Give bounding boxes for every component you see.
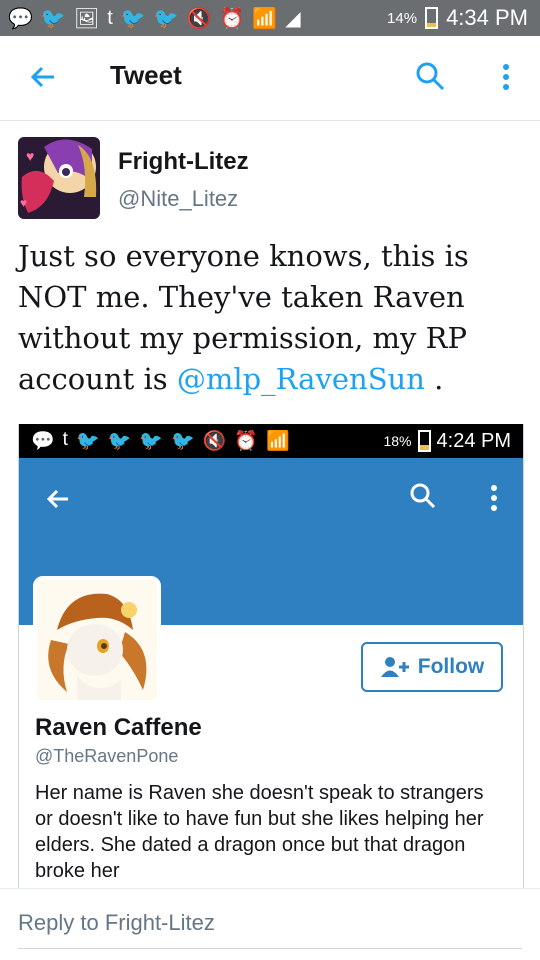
- twitter-icon: 🐦: [107, 431, 132, 452]
- profile-bio: Her name is Raven she doesn't speak to s…: [35, 782, 484, 882]
- twitter-icon: 🐦: [120, 7, 146, 30]
- search-icon: [410, 483, 436, 509]
- embedded-battery-percent: 18%: [383, 433, 412, 449]
- author-handle[interactable]: @Nite_Litez: [118, 186, 238, 212]
- embedded-clock: 4:24 PM: [436, 429, 511, 452]
- profile-handle: @TheRavenPone: [35, 746, 179, 766]
- tweet-text: Just so everyone knows, this is NOT me. …: [18, 236, 518, 400]
- add-user-icon: [380, 657, 409, 677]
- author-avatar[interactable]: ♥ ♥: [18, 137, 100, 219]
- image-icon: 🖼: [73, 7, 100, 30]
- more-options-icon[interactable]: [500, 62, 512, 94]
- embedded-status-right: 18% 4:24 PM: [383, 430, 511, 453]
- profile-name: Raven Caffene: [35, 714, 202, 741]
- twitter-icon: 🐦: [170, 431, 195, 452]
- back-arrow-icon: [46, 489, 68, 509]
- alarm-icon: ⏰: [234, 431, 258, 452]
- back-arrow-icon[interactable]: [28, 62, 58, 92]
- embedded-notification-icons: 💬 t 🐦 🐦 🐦 🐦 🔇 ⏰ 📶: [19, 429, 290, 453]
- wifi-icon: 📶: [265, 431, 290, 452]
- clock: 4:34 PM: [446, 5, 528, 30]
- chat-icon: 💬: [8, 7, 33, 30]
- status-bar: 💬 🐦 🖼 t 🐦 🐦 🔇 ⏰ 📶 ◢ 14% 4:34 PM: [0, 0, 540, 36]
- tumblr-icon: t: [62, 429, 68, 450]
- divider: [0, 888, 540, 889]
- page-title: Tweet: [110, 60, 182, 90]
- tumblr-icon: t: [107, 6, 113, 29]
- signal-icon: ◢: [285, 7, 301, 30]
- alarm-icon: ⏰: [219, 7, 245, 30]
- reply-input[interactable]: Reply to Fright-Litez: [18, 910, 215, 936]
- author-name[interactable]: Fright-Litez: [118, 148, 249, 176]
- search-icon[interactable]: [414, 60, 446, 92]
- mention-link[interactable]: @mlp_RavenSun: [177, 362, 425, 396]
- reply-underline: [18, 948, 522, 949]
- chat-icon: 💬: [31, 431, 55, 452]
- tweet-text-end: .: [424, 362, 444, 396]
- svg-text:♥: ♥: [26, 148, 34, 164]
- follow-label: Follow: [417, 655, 485, 678]
- twitter-icon: 🐦: [153, 7, 179, 30]
- attached-screenshot[interactable]: 💬 t 🐦 🐦 🐦 🐦 🔇 ⏰ 📶 18% 4:24 PM Follow Rav…: [18, 424, 524, 888]
- twitter-icon: 🐦: [40, 7, 66, 30]
- more-options-icon: [491, 485, 497, 511]
- profile-avatar: [33, 576, 161, 704]
- status-right: 14% 4:34 PM: [387, 0, 528, 36]
- embedded-status-bar: 💬 t 🐦 🐦 🐦 🐦 🔇 ⏰ 📶 18% 4:24 PM: [19, 424, 523, 458]
- mute-icon: 🔇: [202, 431, 227, 452]
- svg-text:♥: ♥: [20, 196, 27, 210]
- mute-icon: 🔇: [186, 7, 212, 30]
- twitter-icon: 🐦: [139, 431, 163, 452]
- battery-percent: 14%: [387, 9, 418, 27]
- app-bar: Tweet: [0, 36, 540, 121]
- notification-icons: 💬 🐦 🖼 t 🐦 🐦 🔇 ⏰ 📶 ◢: [0, 6, 301, 31]
- battery-icon: [425, 7, 439, 29]
- follow-button: Follow: [361, 642, 503, 692]
- twitter-icon: 🐦: [75, 431, 100, 452]
- wifi-icon: 📶: [252, 7, 278, 30]
- battery-icon: [417, 430, 431, 452]
